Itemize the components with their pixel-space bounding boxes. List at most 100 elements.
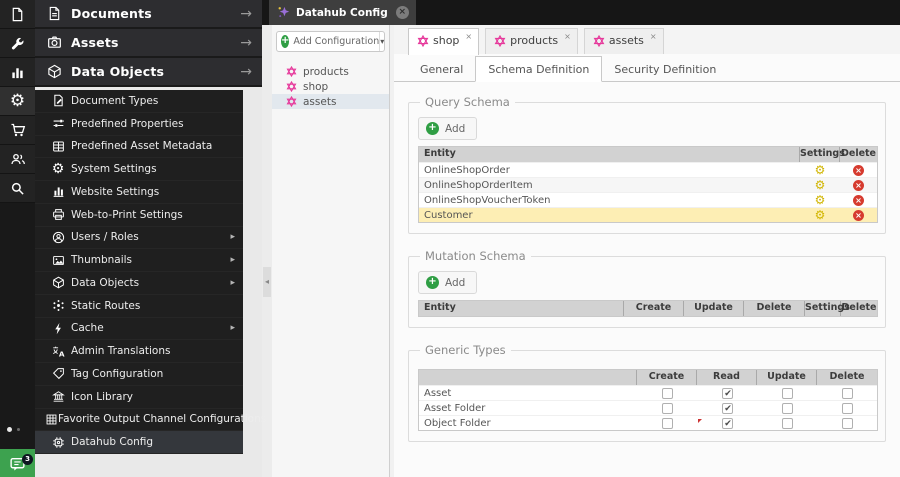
submenu-item-data-objects[interactable]: Data Objects ▸ (35, 272, 243, 295)
create-checkbox[interactable] (661, 417, 673, 429)
table-row[interactable]: OnlineShopVoucherToken ⚙ × (419, 192, 877, 207)
read-checkbox[interactable] (721, 417, 734, 429)
submenu-item-web-to-print-settings[interactable]: Web-to-Print Settings (35, 204, 243, 227)
settings-nav-button[interactable]: ⚙ (0, 87, 35, 116)
update-checkbox[interactable] (781, 402, 793, 414)
column-header-create[interactable]: Create (637, 370, 697, 385)
delete-icon[interactable]: × (853, 209, 864, 221)
update-checkbox[interactable] (781, 387, 793, 399)
search-nav-button[interactable] (0, 174, 35, 203)
table-row[interactable]: OnlineShopOrderItem ⚙ × (419, 177, 877, 192)
hexagram-icon (286, 96, 297, 107)
column-header-entity[interactable]: Entity (419, 147, 800, 162)
translate-icon: A (45, 345, 71, 358)
sidebar-item-assets[interactable]: Assets → (35, 29, 262, 58)
update-checkbox[interactable] (781, 417, 793, 429)
column-header-entity[interactable]: Entity (419, 301, 624, 316)
dirty-cell (697, 417, 757, 429)
submenu-item-cache[interactable]: Cache ▸ (35, 318, 243, 341)
column-header-delete[interactable]: Delete (744, 301, 805, 316)
table-row-highlighted[interactable]: Customer ⚙ × (419, 207, 877, 222)
submenu-item-tag-configuration[interactable]: Tag Configuration (35, 363, 243, 386)
submenu-item-system-settings[interactable]: ⚙ System Settings (35, 158, 243, 181)
search-icon (10, 181, 25, 196)
submenu-item-thumbnails[interactable]: Thumbnails ▸ (35, 249, 243, 272)
table-row[interactable]: OnlineShopOrder ⚙ × (419, 162, 877, 177)
submenu-item-users-roles[interactable]: Users / Roles ▸ (35, 227, 243, 250)
chat-button[interactable]: 3 (0, 449, 35, 477)
submenu-item-admin-translations[interactable]: A Admin Translations (35, 340, 243, 363)
create-checkbox[interactable] (661, 387, 673, 399)
close-icon[interactable]: × (564, 32, 571, 41)
submenu-item-favorite-output-channel-configurations[interactable]: Favorite Output Channel Configurations (35, 409, 266, 432)
submenu-item-icon-library[interactable]: Icon Library (35, 386, 243, 409)
users-nav-button[interactable] (0, 145, 35, 174)
submenu-item-static-routes[interactable]: Static Routes (35, 295, 243, 318)
close-icon[interactable]: × (650, 32, 657, 41)
subtab-general[interactable]: General (408, 57, 475, 81)
create-checkbox[interactable] (661, 402, 673, 414)
table-row[interactable]: Asset (419, 385, 877, 400)
sidebar-item-label: Assets (71, 35, 119, 50)
delete-icon[interactable]: × (853, 179, 864, 191)
submenu-item-website-settings[interactable]: Website Settings (35, 181, 243, 204)
column-header-delete[interactable]: Delete (817, 370, 877, 385)
sparkle-icon (276, 5, 291, 20)
column-header-blank[interactable] (419, 370, 637, 385)
sidebar-submenu: Document Types Predefined Properties Pre… (35, 90, 266, 454)
pagination-dots[interactable] (7, 427, 20, 432)
submenu-item-document-types[interactable]: Document Types (35, 90, 243, 113)
sidebar-item-documents[interactable]: Documents → (35, 0, 262, 29)
column-header-delete[interactable]: Delete (841, 301, 877, 316)
settings-gear-icon[interactable]: ⚙ (815, 179, 826, 191)
chevron-right-icon: ▸ (230, 255, 235, 266)
close-icon[interactable]: × (465, 32, 472, 41)
settings-gear-icon[interactable]: ⚙ (815, 164, 826, 176)
delete-icon[interactable]: × (853, 194, 864, 206)
table-row[interactable]: Asset Folder (419, 400, 877, 415)
table-row[interactable]: Object Folder (419, 415, 877, 430)
delete-checkbox[interactable] (841, 417, 853, 429)
tab-assets[interactable]: assets × (583, 28, 664, 54)
tools-nav-button[interactable] (0, 29, 35, 58)
delete-checkbox[interactable] (841, 402, 853, 414)
ecommerce-nav-button[interactable] (0, 116, 35, 145)
settings-gear-icon[interactable]: ⚙ (815, 209, 826, 221)
mutation-schema-fieldset: Mutation Schema + Add Entity Create Upda… (408, 249, 886, 328)
delete-icon[interactable]: × (853, 164, 864, 176)
close-icon[interactable]: × (395, 6, 409, 19)
datahub-config-tab[interactable]: Datahub Config × (269, 0, 416, 25)
column-header-update[interactable]: Update (684, 301, 744, 316)
column-header-settings[interactable]: Settings (800, 147, 845, 162)
tree-item-shop[interactable]: shop (272, 79, 389, 94)
reports-nav-button[interactable] (0, 58, 35, 87)
column-header-delete[interactable]: Delete (840, 147, 877, 162)
add-configuration-button[interactable]: + Add Configuration ▾ (276, 31, 385, 52)
sidebar-item-data-objects[interactable]: Data Objects → (35, 58, 262, 87)
column-header-settings[interactable]: Settings (805, 301, 850, 316)
subtab-schema-definition[interactable]: Schema Definition (475, 56, 603, 82)
query-schema-add-button[interactable]: + Add (418, 117, 478, 140)
column-header-read[interactable]: Read (697, 370, 757, 385)
settings-gear-icon[interactable]: ⚙ (815, 194, 826, 206)
read-checkbox[interactable] (721, 387, 734, 399)
subtab-security-definition[interactable]: Security Definition (602, 57, 728, 81)
documents-nav-button[interactable] (0, 0, 35, 29)
grid-icon (45, 413, 58, 426)
collapse-handle[interactable]: ◂ (263, 267, 271, 297)
tab-products[interactable]: products × (485, 28, 578, 54)
submenu-item-datahub-config[interactable]: Datahub Config (35, 431, 243, 454)
tree-item-assets[interactable]: assets (272, 94, 389, 109)
read-checkbox[interactable] (721, 402, 734, 414)
config-tabs: shop × products × assets × (394, 25, 900, 55)
bank-icon (45, 390, 71, 403)
tab-shop[interactable]: shop × (408, 28, 480, 55)
mutation-schema-add-button[interactable]: + Add (418, 271, 478, 294)
submenu-item-predefined-properties[interactable]: Predefined Properties (35, 113, 243, 136)
column-header-update[interactable]: Update (757, 370, 817, 385)
chevron-down-icon[interactable]: ▾ (379, 32, 384, 51)
column-header-create[interactable]: Create (624, 301, 684, 316)
submenu-item-predefined-asset-metadata[interactable]: Predefined Asset Metadata (35, 136, 243, 159)
tree-item-products[interactable]: products (272, 64, 389, 79)
delete-checkbox[interactable] (841, 387, 853, 399)
